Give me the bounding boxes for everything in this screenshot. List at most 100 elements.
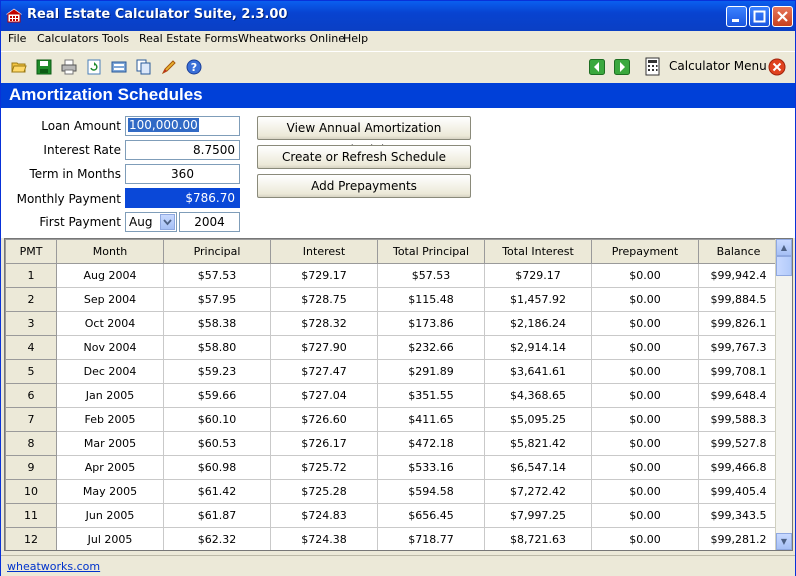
cell-interest[interactable]: $725.72 (270, 455, 378, 480)
cell-principal[interactable]: $60.10 (163, 407, 271, 432)
cell-month[interactable]: Jan 2005 (56, 383, 164, 408)
cell-interest[interactable]: $726.60 (270, 407, 378, 432)
table-row[interactable]: 6 Jan 2005 $59.66 $727.04 $351.55 $4,368.65 $0… (5, 383, 779, 408)
cell-interest[interactable]: $727.90 (270, 335, 378, 360)
help-icon[interactable]: ? (186, 59, 202, 75)
cell-total-principal[interactable]: $594.58 (377, 479, 485, 504)
cell-prepayment[interactable]: $0.00 (591, 479, 699, 504)
table-row[interactable]: 7 Feb 2005 $60.10 $726.60 $411.65 $5,095.25 $0… (5, 407, 779, 432)
scroll-thumb[interactable] (776, 256, 792, 276)
cell-interest[interactable]: $727.47 (270, 359, 378, 384)
cell-prepayment[interactable]: $0.00 (591, 503, 699, 528)
cell-total-interest[interactable]: $3,641.61 (484, 359, 592, 384)
column-header-total-interest[interactable]: Total Interest (484, 239, 592, 264)
cell-month[interactable]: Sep 2004 (56, 287, 164, 312)
cell-total-principal[interactable]: $115.48 (377, 287, 485, 312)
table-row[interactable]: 12 Jul 2005 $62.32 $724.38 $718.77 $8,721.63 $… (5, 527, 779, 550)
cell-prepayment[interactable]: $0.00 (591, 407, 699, 432)
cell-total-interest[interactable]: $7,997.25 (484, 503, 592, 528)
cell-principal[interactable]: $58.80 (163, 335, 271, 360)
cell-balance[interactable]: $99,884.5 (698, 287, 779, 312)
term-field[interactable]: 360 (125, 164, 240, 184)
edit-icon[interactable] (161, 59, 177, 75)
cell-total-principal[interactable]: $718.77 (377, 527, 485, 550)
add-prepayments-button[interactable]: Add Prepayments (257, 174, 471, 198)
cell-total-principal[interactable]: $351.55 (377, 383, 485, 408)
cell-month[interactable]: Dec 2004 (56, 359, 164, 384)
cell-month[interactable]: Aug 2004 (56, 263, 164, 288)
column-header-total-principal[interactable]: Total Principal (377, 239, 485, 264)
calculator-menu-icon[interactable] (643, 57, 663, 77)
cell-interest[interactable]: $727.04 (270, 383, 378, 408)
cell-total-interest[interactable]: $4,368.65 (484, 383, 592, 408)
menu-file[interactable]: File (8, 32, 26, 45)
menu-help[interactable]: Help (343, 32, 368, 45)
cell-balance[interactable]: $99,466.8 (698, 455, 779, 480)
cell-prepayment[interactable]: $0.00 (591, 455, 699, 480)
cell-month[interactable]: May 2005 (56, 479, 164, 504)
back-arrow-icon[interactable] (589, 59, 605, 75)
cell-total-principal[interactable]: $232.66 (377, 335, 485, 360)
cell-total-principal[interactable]: $656.45 (377, 503, 485, 528)
maximize-button[interactable] (749, 6, 770, 27)
interest-rate-field[interactable]: 8.7500 (125, 140, 240, 160)
scroll-up-button[interactable]: ▲ (776, 239, 792, 256)
dropdown-button[interactable] (160, 214, 175, 230)
cell-total-interest[interactable]: $2,186.24 (484, 311, 592, 336)
menu-real-estate-forms[interactable]: Real Estate Forms (139, 32, 238, 45)
cell-balance[interactable]: $99,648.4 (698, 383, 779, 408)
cell-pmt[interactable]: 11 (5, 503, 57, 528)
scroll-down-button[interactable]: ▼ (776, 533, 792, 550)
column-header-interest[interactable]: Interest (270, 239, 378, 264)
column-header-balance[interactable]: Balance (698, 239, 779, 264)
cell-pmt[interactable]: 4 (5, 335, 57, 360)
table-row[interactable]: 5 Dec 2004 $59.23 $727.47 $291.89 $3,641.61 $0… (5, 359, 779, 384)
calculator-list-icon[interactable] (111, 59, 127, 75)
cell-balance[interactable]: $99,405.4 (698, 479, 779, 504)
cell-balance[interactable]: $99,527.8 (698, 431, 779, 456)
open-folder-icon[interactable] (11, 59, 27, 75)
cell-pmt[interactable]: 1 (5, 263, 57, 288)
cell-principal[interactable]: $58.38 (163, 311, 271, 336)
cell-prepayment[interactable]: $0.00 (591, 527, 699, 550)
cell-pmt[interactable]: 6 (5, 383, 57, 408)
cell-principal[interactable]: $62.32 (163, 527, 271, 550)
cell-total-interest[interactable]: $2,914.14 (484, 335, 592, 360)
table-row[interactable]: 9 Apr 2005 $60.98 $725.72 $533.16 $6,547.14 $0… (5, 455, 779, 480)
cell-pmt[interactable]: 10 (5, 479, 57, 504)
cell-prepayment[interactable]: $0.00 (591, 383, 699, 408)
menu-calculators[interactable]: Calculators (37, 32, 99, 45)
cell-pmt[interactable]: 12 (5, 527, 57, 550)
cell-principal[interactable]: $59.23 (163, 359, 271, 384)
column-header-month[interactable]: Month (56, 239, 164, 264)
cell-prepayment[interactable]: $0.00 (591, 359, 699, 384)
cell-total-principal[interactable]: $533.16 (377, 455, 485, 480)
cell-month[interactable]: Feb 2005 (56, 407, 164, 432)
view-annual-schedule-button[interactable]: View Annual Amortization Schedule (257, 116, 471, 157)
cell-balance[interactable]: $99,942.4 (698, 263, 779, 288)
cell-total-principal[interactable]: $411.65 (377, 407, 485, 432)
cell-total-interest[interactable]: $1,457.92 (484, 287, 592, 312)
cell-balance[interactable]: $99,708.1 (698, 359, 779, 384)
vertical-scrollbar[interactable]: ▲ ▼ (775, 239, 792, 550)
website-link[interactable]: wheatworks.com (7, 560, 100, 573)
minimize-button[interactable] (726, 6, 747, 27)
cell-total-interest[interactable]: $729.17 (484, 263, 592, 288)
copy-icon[interactable] (136, 59, 152, 75)
cell-total-principal[interactable]: $472.18 (377, 431, 485, 456)
cell-principal[interactable]: $60.53 (163, 431, 271, 456)
cell-prepayment[interactable]: $0.00 (591, 431, 699, 456)
cell-interest[interactable]: $724.38 (270, 527, 378, 550)
cell-prepayment[interactable]: $0.00 (591, 263, 699, 288)
cell-prepayment[interactable]: $0.00 (591, 335, 699, 360)
table-row[interactable]: 8 Mar 2005 $60.53 $726.17 $472.18 $5,821.42 $0… (5, 431, 779, 456)
menu-tools[interactable]: Tools (102, 32, 129, 45)
cell-interest[interactable]: $726.17 (270, 431, 378, 456)
cell-pmt[interactable]: 9 (5, 455, 57, 480)
cell-pmt[interactable]: 8 (5, 431, 57, 456)
cell-balance[interactable]: $99,826.1 (698, 311, 779, 336)
exit-icon[interactable] (768, 58, 786, 76)
cell-balance[interactable]: $99,281.2 (698, 527, 779, 550)
cell-month[interactable]: Jul 2005 (56, 527, 164, 550)
close-window-button[interactable] (772, 6, 793, 27)
